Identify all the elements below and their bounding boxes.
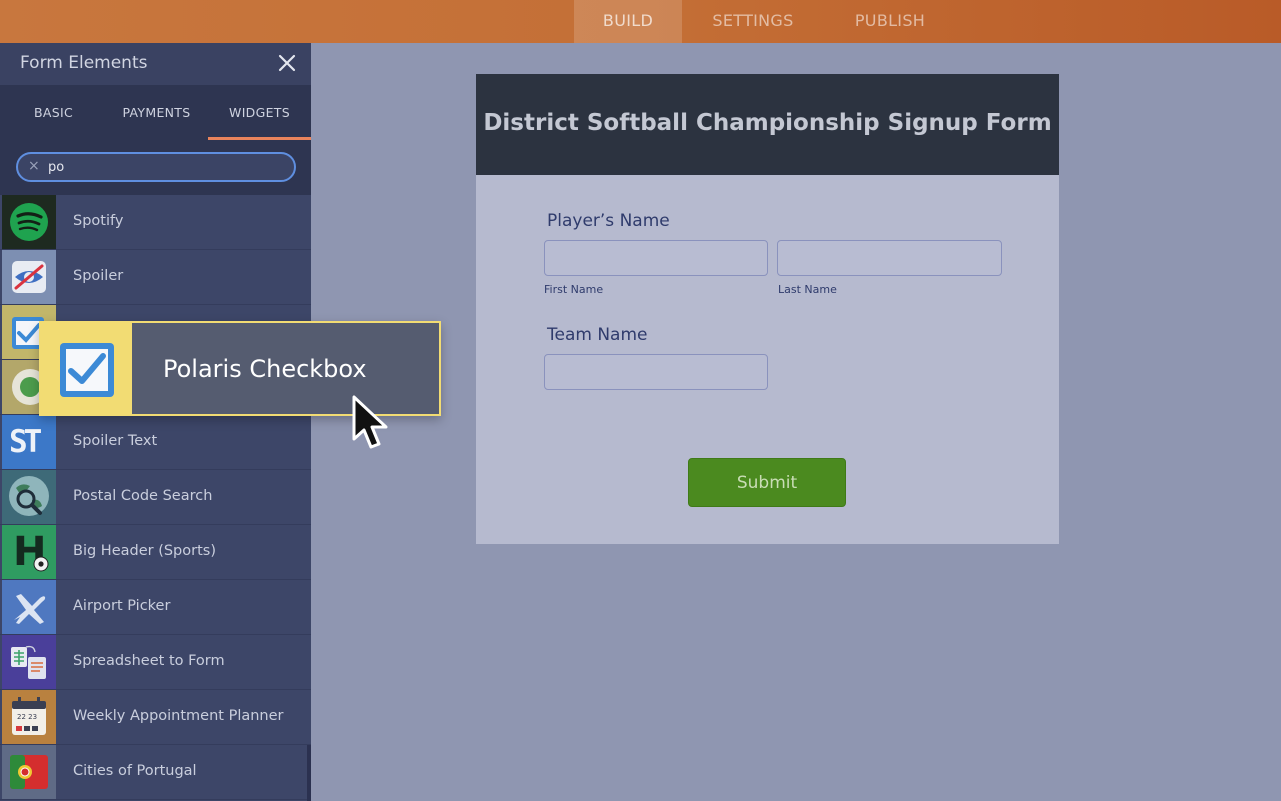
first-name-sublabel: First Name — [544, 283, 604, 296]
mouse-cursor-icon — [352, 395, 388, 449]
calendar-icon: 22 23 — [2, 690, 56, 744]
list-item-label: Weekly Appointment Planner — [73, 708, 284, 724]
tab-build[interactable]: BUILD — [574, 0, 682, 43]
big-header-icon: H — [2, 525, 56, 579]
list-item-label: Spreadsheet to Form — [73, 653, 225, 669]
list-item-big-header[interactable]: H Big Header (Sports) — [0, 525, 311, 580]
list-item-label: Airport Picker — [73, 598, 171, 614]
tab-publish[interactable]: PUBLISH — [838, 0, 942, 43]
submit-button[interactable]: Submit — [688, 458, 846, 507]
team-name-input[interactable] — [544, 354, 768, 390]
tab-payments[interactable]: PAYMENTS — [105, 85, 208, 140]
spoiler-text-icon: ST — [2, 415, 56, 469]
search-box: × — [16, 152, 296, 182]
spreadsheet-icon — [2, 635, 56, 689]
tab-basic[interactable]: BASIC — [2, 85, 105, 140]
search-area: × — [0, 140, 311, 195]
list-item-label: Big Header (Sports) — [73, 543, 216, 559]
list-item-postal-code-search[interactable]: Postal Code Search — [0, 470, 311, 525]
form-elements-panel: Form Elements BASIC PAYMENTS WIDGETS × p… — [0, 43, 311, 801]
tab-widgets[interactable]: WIDGETS — [208, 85, 311, 140]
panel-header: Form Elements — [0, 43, 311, 85]
list-item-spoiler-text[interactable]: ST Spoiler Text — [0, 415, 311, 470]
panel-title: Form Elements — [20, 53, 148, 73]
list-item-label: Spotify — [73, 213, 124, 229]
search-input[interactable] — [48, 157, 278, 177]
list-item-label: Cities of Portugal — [73, 763, 197, 779]
postal-globe-icon — [2, 470, 56, 524]
last-name-sublabel: Last Name — [778, 283, 837, 296]
form-title[interactable]: District Softball Championship Signup Fo… — [476, 110, 1059, 136]
airplane-icon — [2, 580, 56, 634]
dragged-widget-label: Polaris Checkbox — [163, 355, 367, 383]
list-item-label: Postal Code Search — [73, 488, 213, 504]
tab-settings[interactable]: SETTINGS — [700, 0, 806, 43]
list-item-spoiler[interactable]: Spoiler — [0, 250, 311, 305]
portugal-flag-icon — [2, 745, 56, 799]
panel-tabs: BASIC PAYMENTS WIDGETS — [0, 85, 311, 140]
widget-list: Spotify Spoiler ST Spoiler Text Postal C… — [0, 195, 311, 800]
form-header: District Softball Championship Signup Fo… — [476, 74, 1059, 175]
checkbox-icon — [41, 323, 132, 414]
clear-search-icon[interactable]: × — [28, 158, 40, 174]
first-name-input[interactable] — [544, 240, 768, 276]
players-name-label: Player’s Name — [547, 211, 670, 231]
list-item-label: Spoiler Text — [73, 433, 158, 449]
spoiler-icon — [2, 250, 56, 304]
list-item-spotify[interactable]: Spotify — [0, 195, 311, 250]
list-item-spreadsheet-to-form[interactable]: Spreadsheet to Form — [0, 635, 311, 690]
team-name-label: Team Name — [547, 325, 648, 345]
form-preview: District Softball Championship Signup Fo… — [476, 74, 1059, 544]
list-item-airport-picker[interactable]: Airport Picker — [0, 580, 311, 635]
scrollbar[interactable] — [307, 745, 311, 801]
last-name-input[interactable] — [777, 240, 1002, 276]
close-icon[interactable] — [276, 52, 298, 74]
top-bar: BUILD SETTINGS PUBLISH — [0, 0, 1281, 43]
list-item-weekly-appointment-planner[interactable]: 22 23 Weekly Appointment Planner — [0, 690, 311, 745]
spotify-icon — [2, 195, 56, 249]
list-item-cities-of-portugal[interactable]: Cities of Portugal — [0, 745, 311, 800]
list-item-label: Spoiler — [73, 268, 124, 284]
